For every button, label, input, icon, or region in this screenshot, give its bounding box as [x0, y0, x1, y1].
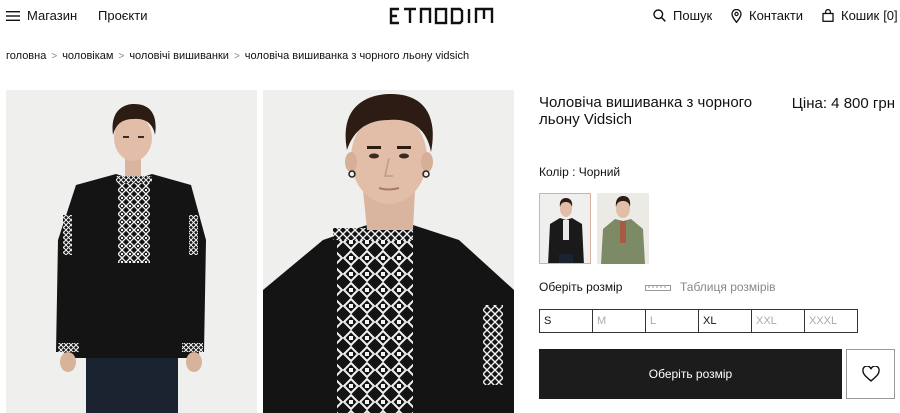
search-icon — [653, 9, 666, 22]
select-size-button[interactable]: Оберіть розмір — [539, 349, 842, 399]
breadcrumb-separator: > — [118, 50, 125, 62]
size-selector: S M L XL XXL XXXL — [539, 309, 858, 333]
product-image-full — [6, 90, 257, 413]
size-table-label: Таблиця розмірів — [680, 280, 776, 294]
color-label: Колір : Чорний — [539, 165, 621, 179]
breadcrumb-home[interactable]: головна — [6, 50, 46, 62]
contacts-link[interactable]: Контакти — [731, 8, 803, 23]
breadcrumb-separator: > — [233, 50, 240, 62]
breadcrumb-current: чоловіча вишиванка з чорного льону vidsi… — [244, 50, 470, 62]
search-label: Пошук — [673, 8, 713, 23]
heart-icon — [861, 366, 880, 382]
projects-label: Проєкти — [98, 8, 148, 23]
breadcrumb-separator: > — [51, 50, 58, 62]
breadcrumb: головна > чоловікам > чоловічі вишиванки… — [6, 50, 469, 62]
swatch-black-thumbnail — [540, 194, 590, 263]
wishlist-button[interactable] — [846, 349, 895, 399]
color-swatch-black[interactable] — [539, 193, 591, 264]
shop-menu-button[interactable]: Магазин — [6, 8, 77, 23]
shop-menu-label: Магазин — [27, 8, 78, 23]
site-header: Магазин Проєкти Пошук Контакти Кошик [0] — [0, 0, 900, 32]
cart-link[interactable]: Кошик [0] — [822, 8, 898, 23]
size-option-xxxl[interactable]: XXXL — [804, 309, 858, 333]
search-link[interactable]: Пошук — [653, 8, 712, 23]
hamburger-icon — [6, 10, 20, 21]
cart-count: [0] — [883, 8, 898, 23]
product-photo-closeup[interactable] — [263, 90, 514, 413]
ruler-icon — [645, 285, 671, 291]
size-option-m[interactable]: M — [592, 309, 646, 333]
size-option-xl[interactable]: XL — [698, 309, 752, 333]
size-option-l[interactable]: L — [645, 309, 699, 333]
shopping-bag-icon — [822, 9, 834, 22]
contacts-label: Контакти — [749, 8, 804, 23]
breadcrumb-men[interactable]: чоловікам — [62, 50, 113, 62]
product-price: Ціна: 4 800 грн — [791, 95, 895, 112]
size-option-s[interactable]: S — [539, 309, 593, 333]
swatch-green-thumbnail — [597, 193, 649, 264]
size-option-xxl[interactable]: XXL — [751, 309, 805, 333]
projects-link[interactable]: Проєкти — [98, 8, 148, 23]
size-table-link[interactable]: Таблиця розмірів — [645, 280, 776, 294]
breadcrumb-men-vyshyvanky[interactable]: чоловічі вишиванки — [129, 50, 229, 62]
color-swatch-green[interactable] — [597, 193, 649, 264]
brand-logo[interactable] — [389, 6, 511, 26]
product-image-closeup — [263, 90, 514, 413]
cart-label: Кошик — [841, 8, 880, 23]
product-title: Чоловіча вишиванка з чорного льону Vidsi… — [539, 94, 753, 128]
product-photo-front[interactable] — [6, 90, 257, 413]
location-pin-icon — [731, 8, 742, 23]
size-prompt: Оберіть розмір — [539, 280, 623, 294]
